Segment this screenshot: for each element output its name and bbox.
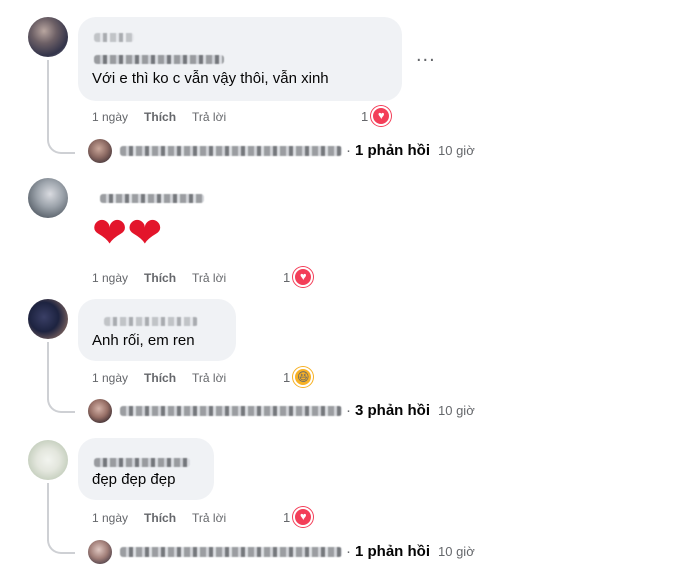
reply-avatar: [88, 540, 112, 564]
reaction-count[interactable]: 1 ♥: [361, 106, 392, 126]
thread-curve: [47, 538, 75, 554]
view-replies[interactable]: · 1 phản hồi 10 giờ: [120, 142, 475, 159]
thread-line: [47, 483, 49, 541]
view-replies[interactable]: · 1 phản hồi 10 giờ: [120, 543, 475, 560]
heart-icon: ♥: [293, 507, 314, 527]
reaction-count[interactable]: 1 😆: [283, 367, 314, 387]
reply-button[interactable]: Trả lời: [192, 511, 226, 525]
thread-line: [47, 60, 49, 140]
thread-line: [47, 342, 49, 400]
heart-emoji: ❤❤: [92, 209, 163, 256]
replies-count: 1 phản hồi: [355, 142, 430, 159]
comment-time[interactable]: 1 ngày: [92, 271, 128, 285]
replies-count: 1 phản hồi: [355, 543, 430, 560]
view-replies[interactable]: · 3 phản hồi 10 giờ: [120, 402, 475, 419]
comment-actions: 1 ngày Thích Trả lời: [92, 370, 226, 386]
like-button[interactable]: Thích: [144, 511, 176, 525]
reply-avatar: [88, 399, 112, 423]
comment-time[interactable]: 1 ngày: [92, 371, 128, 385]
heart-icon: ♥: [293, 267, 314, 287]
more-options-icon[interactable]: ...: [416, 45, 436, 65]
thread-curve: [47, 397, 75, 413]
author-name-blurred[interactable]: [94, 51, 224, 69]
emoji-hearts: ❤❤: [92, 212, 162, 254]
avatar[interactable]: [28, 178, 68, 218]
comment-bubble: Với e thì ko c vẫn vậy thôi, vẫn xinh: [78, 17, 402, 101]
comment-time[interactable]: 1 ngày: [92, 110, 128, 124]
reaction-count-number: 1: [283, 269, 291, 285]
reaction-count[interactable]: 1 ♥: [283, 507, 314, 527]
replies-time: 10 giờ: [438, 403, 475, 418]
replies-time: 10 giờ: [438, 143, 475, 158]
reply-button[interactable]: Trả lời: [192, 110, 226, 124]
avatar[interactable]: [28, 299, 68, 339]
comment-actions: 1 ngày Thích Trả lời: [92, 510, 226, 526]
haha-icon: 😆: [293, 367, 314, 387]
like-button[interactable]: Thích: [144, 110, 176, 124]
reply-avatar: [88, 139, 112, 163]
comment-actions: 1 ngày Thích Trả lời: [92, 109, 226, 125]
thread-curve: [47, 138, 75, 154]
reaction-count-number: 1: [361, 108, 369, 124]
author-name-blurred[interactable]: [100, 190, 204, 208]
replies-count: 3 phản hồi: [355, 402, 430, 419]
comment-bubble: Anh rối, em ren: [78, 299, 236, 361]
reply-button[interactable]: Trả lời: [192, 371, 226, 385]
reaction-count-number: 1: [283, 369, 291, 385]
comment-text: Anh rối, em ren: [92, 332, 195, 349]
heart-icon: ♥: [371, 106, 392, 126]
avatar[interactable]: [28, 440, 68, 480]
author-name-blurred[interactable]: [94, 29, 134, 47]
like-button[interactable]: Thích: [144, 371, 176, 385]
avatar[interactable]: [28, 17, 68, 57]
comment-text: Với e thì ko c vẫn vậy thôi, vẫn xinh: [92, 70, 329, 87]
comment-actions: 1 ngày Thích Trả lời: [92, 270, 226, 286]
reaction-count-number: 1: [283, 509, 291, 525]
replies-time: 10 giờ: [438, 544, 475, 559]
reply-button[interactable]: Trả lời: [192, 271, 226, 285]
comment-time[interactable]: 1 ngày: [92, 511, 128, 525]
comment-bubble: đẹp đẹp đẹp: [78, 438, 214, 500]
comment-text: đẹp đẹp đẹp: [92, 471, 176, 488]
like-button[interactable]: Thích: [144, 271, 176, 285]
reaction-count[interactable]: 1 ♥: [283, 267, 314, 287]
author-name-blurred[interactable]: [104, 313, 198, 331]
